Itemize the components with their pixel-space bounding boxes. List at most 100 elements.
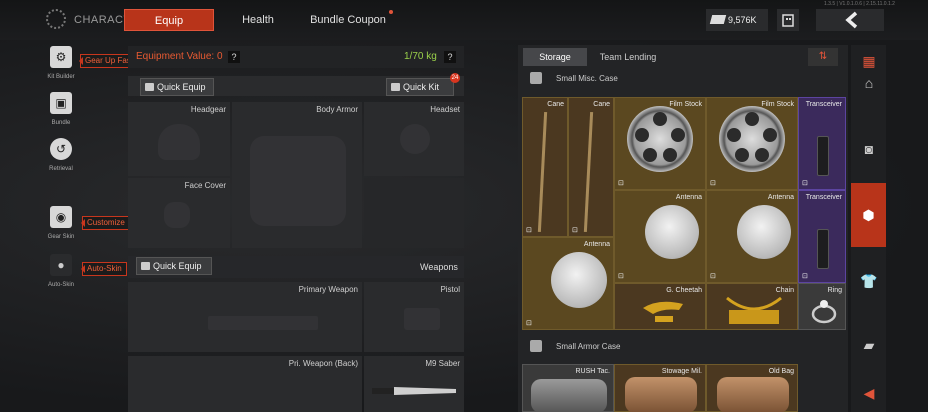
tab-equip[interactable]: Equip: [124, 9, 214, 31]
build-info: 1.3.5 | V1.0.1.0.6 | 2.15.11.0.1.2: [824, 1, 895, 7]
shirt-icon[interactable]: 👕: [855, 267, 883, 295]
item-rush-tac[interactable]: RUSH Tac.: [522, 364, 614, 412]
camera-icon[interactable]: ◙: [855, 135, 883, 163]
auto-skin-label: Auto-Skin: [47, 282, 74, 288]
hq-button[interactable]: [777, 9, 799, 31]
shield-icon: [391, 83, 400, 91]
expand-icon: ⊡: [618, 273, 624, 280]
item-cane-2[interactable]: Cane ⊡: [568, 97, 614, 237]
tab-bundle-coupon[interactable]: Bundle Coupon: [306, 9, 390, 31]
tab-team-lending[interactable]: Team Lending: [593, 48, 663, 66]
face-cover-label: Face Cover: [184, 181, 226, 190]
item-stowage-mil[interactable]: Stowage Mil.: [614, 364, 706, 412]
bag-icon: [625, 377, 697, 412]
case-header-armor[interactable]: Small Armor Case: [530, 340, 620, 352]
back-button[interactable]: [816, 9, 884, 31]
item-name: Ring: [827, 287, 842, 294]
gear-skin-button[interactable]: ◉: [50, 206, 72, 228]
notification-dot: [389, 10, 393, 14]
kit-builder-label: Kit Builder: [47, 74, 75, 80]
quick-equip-label: Quick Equip: [157, 82, 206, 92]
pistol-icon: [404, 308, 440, 330]
top-bar: CHARACTER Equip Health Bundle Coupon 1.3…: [0, 0, 928, 40]
expand-icon: ⊡: [526, 320, 532, 327]
item-film-stock-1[interactable]: Film Stock ⊡: [614, 97, 706, 190]
ring-icon: [811, 300, 837, 324]
weight-help-button[interactable]: ?: [444, 51, 456, 63]
bundle-button[interactable]: ▣: [50, 92, 72, 114]
retrieval-button[interactable]: ↺: [50, 138, 72, 160]
tab-health[interactable]: Health: [230, 9, 286, 31]
auto-skin-tip: Auto-Skin: [81, 262, 127, 276]
item-film-stock-2[interactable]: Film Stock ⊡: [706, 97, 798, 190]
bundle-label: Bundle: [51, 120, 71, 126]
radio-icon: [817, 136, 829, 176]
cane-icon: [537, 112, 548, 232]
film-reel-icon: [627, 106, 693, 172]
vest-icon: [250, 136, 346, 226]
retrieval-label: Retrieval: [49, 166, 73, 172]
quick-equip-button[interactable]: Quick Equip: [140, 78, 214, 96]
headgear-slot[interactable]: Headgear: [128, 102, 230, 176]
primary-weapon-slot[interactable]: Primary Weapon: [128, 282, 362, 352]
bag-icon: [717, 377, 789, 412]
item-name: Cane: [593, 101, 610, 108]
item-old-bag[interactable]: Old Bag: [706, 364, 798, 412]
expand-icon: ⊡: [710, 273, 716, 280]
currency-amount: 9,576K: [728, 15, 757, 25]
item-antenna-2[interactable]: Antenna ⊡: [706, 190, 798, 283]
kit-builder-button[interactable]: ⚙: [50, 46, 72, 68]
melee-slot[interactable]: M9 Saber: [364, 356, 464, 412]
arrow-left-icon[interactable]: ◀: [855, 379, 883, 407]
backpack-icon: [531, 379, 607, 412]
pistol-label: Pistol: [440, 285, 460, 294]
character-logo-icon: [46, 9, 66, 29]
headset-label: Headset: [430, 105, 460, 114]
item-antenna-3[interactable]: Antenna ⊡: [522, 237, 614, 330]
item-name: Film Stock: [761, 101, 794, 108]
building-icon: [782, 14, 794, 27]
pistol-slot[interactable]: Pistol: [364, 282, 464, 352]
dish-icon: [737, 205, 791, 259]
auto-skin-button[interactable]: ●: [50, 254, 72, 276]
dish-icon: [551, 252, 607, 308]
headset-slot[interactable]: Headset: [364, 102, 464, 176]
empty-slot: [364, 178, 464, 248]
weapons-quick-equip-button[interactable]: Quick Equip: [136, 257, 212, 275]
quick-kit-button[interactable]: Quick Kit: [386, 78, 454, 96]
case-icon: [530, 340, 542, 352]
case-tab-button[interactable]: ⬢: [851, 183, 886, 247]
mask-icon: [164, 202, 190, 228]
face-cover-slot[interactable]: Face Cover: [128, 178, 230, 248]
equipment-header: Equipment Value: 0 ? 1/70 kg ?: [128, 46, 464, 68]
currency-display[interactable]: 9,576K: [706, 9, 768, 31]
value-help-button[interactable]: ?: [228, 51, 240, 63]
equipment-weight: 1/70 kg: [404, 51, 437, 62]
item-name: Film Stock: [669, 101, 702, 108]
helmet-icon: [158, 124, 200, 160]
dish-icon: [645, 205, 699, 259]
item-antenna-1[interactable]: Antenna ⊡: [614, 190, 706, 283]
primary-back-slot[interactable]: Pri. Weapon (Back): [128, 356, 362, 412]
item-g-cheetah[interactable]: G. Cheetah: [614, 283, 706, 330]
bundle-icon: ▣: [55, 96, 67, 110]
item-chain[interactable]: Chain: [706, 283, 798, 330]
ammo-icon[interactable]: ▰: [855, 331, 883, 359]
shirt-icon: [145, 83, 154, 91]
tab-storage[interactable]: Storage: [523, 48, 587, 66]
case-icon: [530, 72, 542, 84]
headgear-label: Headgear: [190, 105, 226, 114]
gear-skin-icon: ◉: [55, 210, 67, 224]
item-transceiver-2[interactable]: Transceiver ⊡: [798, 190, 846, 283]
item-name: Old Bag: [768, 368, 794, 375]
item-transceiver-1[interactable]: Transceiver ⊡: [798, 97, 846, 190]
body-armor-slot[interactable]: Body Armor: [232, 102, 362, 248]
home-icon[interactable]: ⌂: [855, 69, 883, 97]
sort-button[interactable]: ⇅: [808, 48, 838, 66]
cane-icon: [583, 112, 594, 232]
expand-icon: ⊡: [618, 180, 624, 187]
item-ring[interactable]: Ring: [798, 283, 846, 330]
item-cane-1[interactable]: Cane ⊡: [522, 97, 568, 237]
case-header-misc[interactable]: Small Misc. Case: [530, 72, 618, 84]
equipment-value: Equipment Value: 0: [136, 51, 223, 62]
